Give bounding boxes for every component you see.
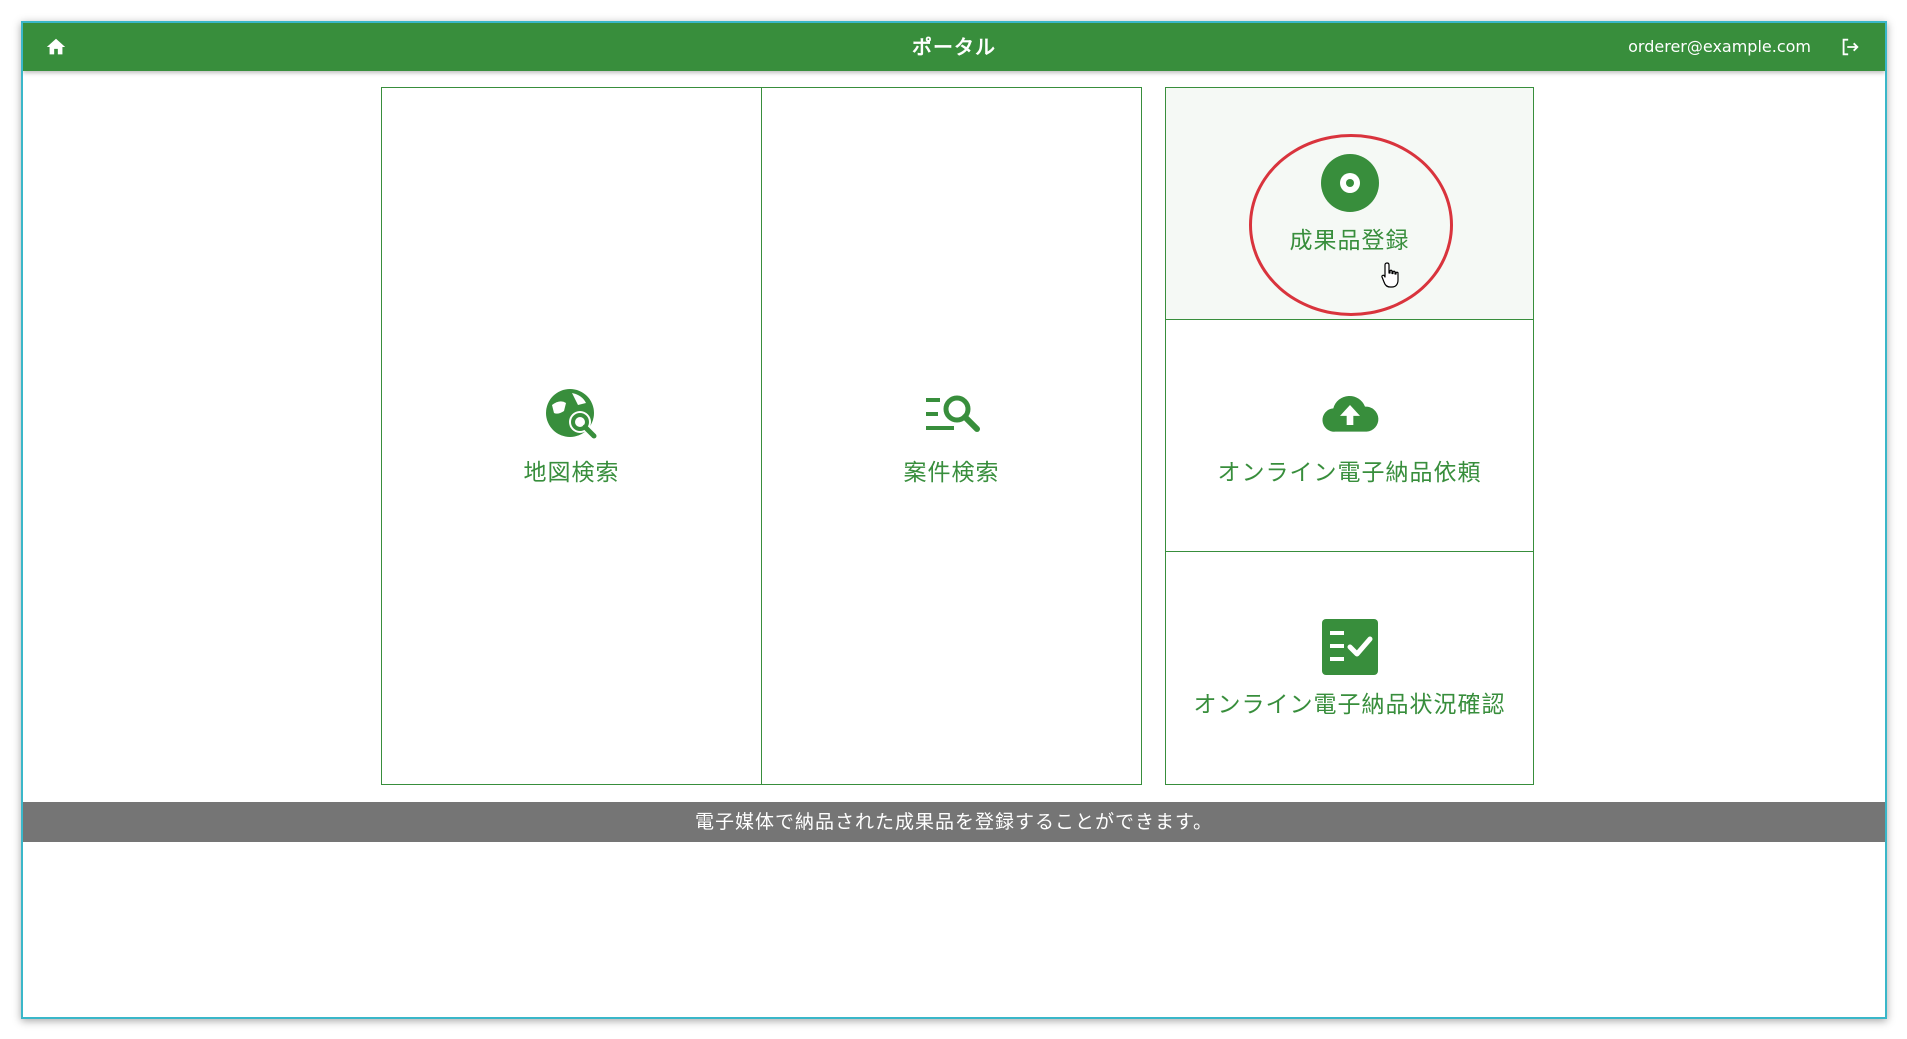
tile-deliverable-register-label: 成果品登録 — [1289, 227, 1410, 254]
status-bar: 電子媒体で納品された成果品を登録することができます。 — [23, 802, 1885, 842]
logout-icon — [1842, 38, 1859, 56]
tile-case-search-label: 案件検索 — [903, 460, 1000, 486]
tile-online-delivery-status[interactable]: オンライン電子納品状況確認 — [1165, 551, 1534, 785]
hand-pointer-icon — [1381, 262, 1399, 288]
cloud-upload-icon — [1320, 385, 1380, 445]
list-search-icon — [922, 385, 982, 445]
user-email: orderer@example.com — [1628, 37, 1811, 56]
checklist-icon — [1320, 617, 1380, 677]
tile-deliverable-register[interactable]: 成果品登録 — [1165, 87, 1534, 320]
tile-map-search[interactable]: 地図検索 — [381, 87, 762, 785]
tile-online-delivery-request[interactable]: オンライン電子納品依頼 — [1165, 319, 1534, 552]
map-search-icon — [542, 385, 602, 445]
tile-online-delivery-request-label: オンライン電子納品依頼 — [1217, 459, 1482, 486]
logout-button[interactable] — [1837, 34, 1863, 60]
page-title: ポータル — [912, 35, 996, 59]
disc-icon — [1320, 153, 1380, 213]
tile-online-delivery-status-label: オンライン電子納品状況確認 — [1193, 692, 1506, 718]
tile-map-search-label: 地図検索 — [523, 460, 620, 486]
portal-window: ポータル orderer@example.com 地図検索 案件検索 成果品登録… — [21, 21, 1887, 1019]
top-app-bar: ポータル orderer@example.com — [23, 23, 1885, 71]
tile-case-search[interactable]: 案件検索 — [761, 87, 1142, 785]
